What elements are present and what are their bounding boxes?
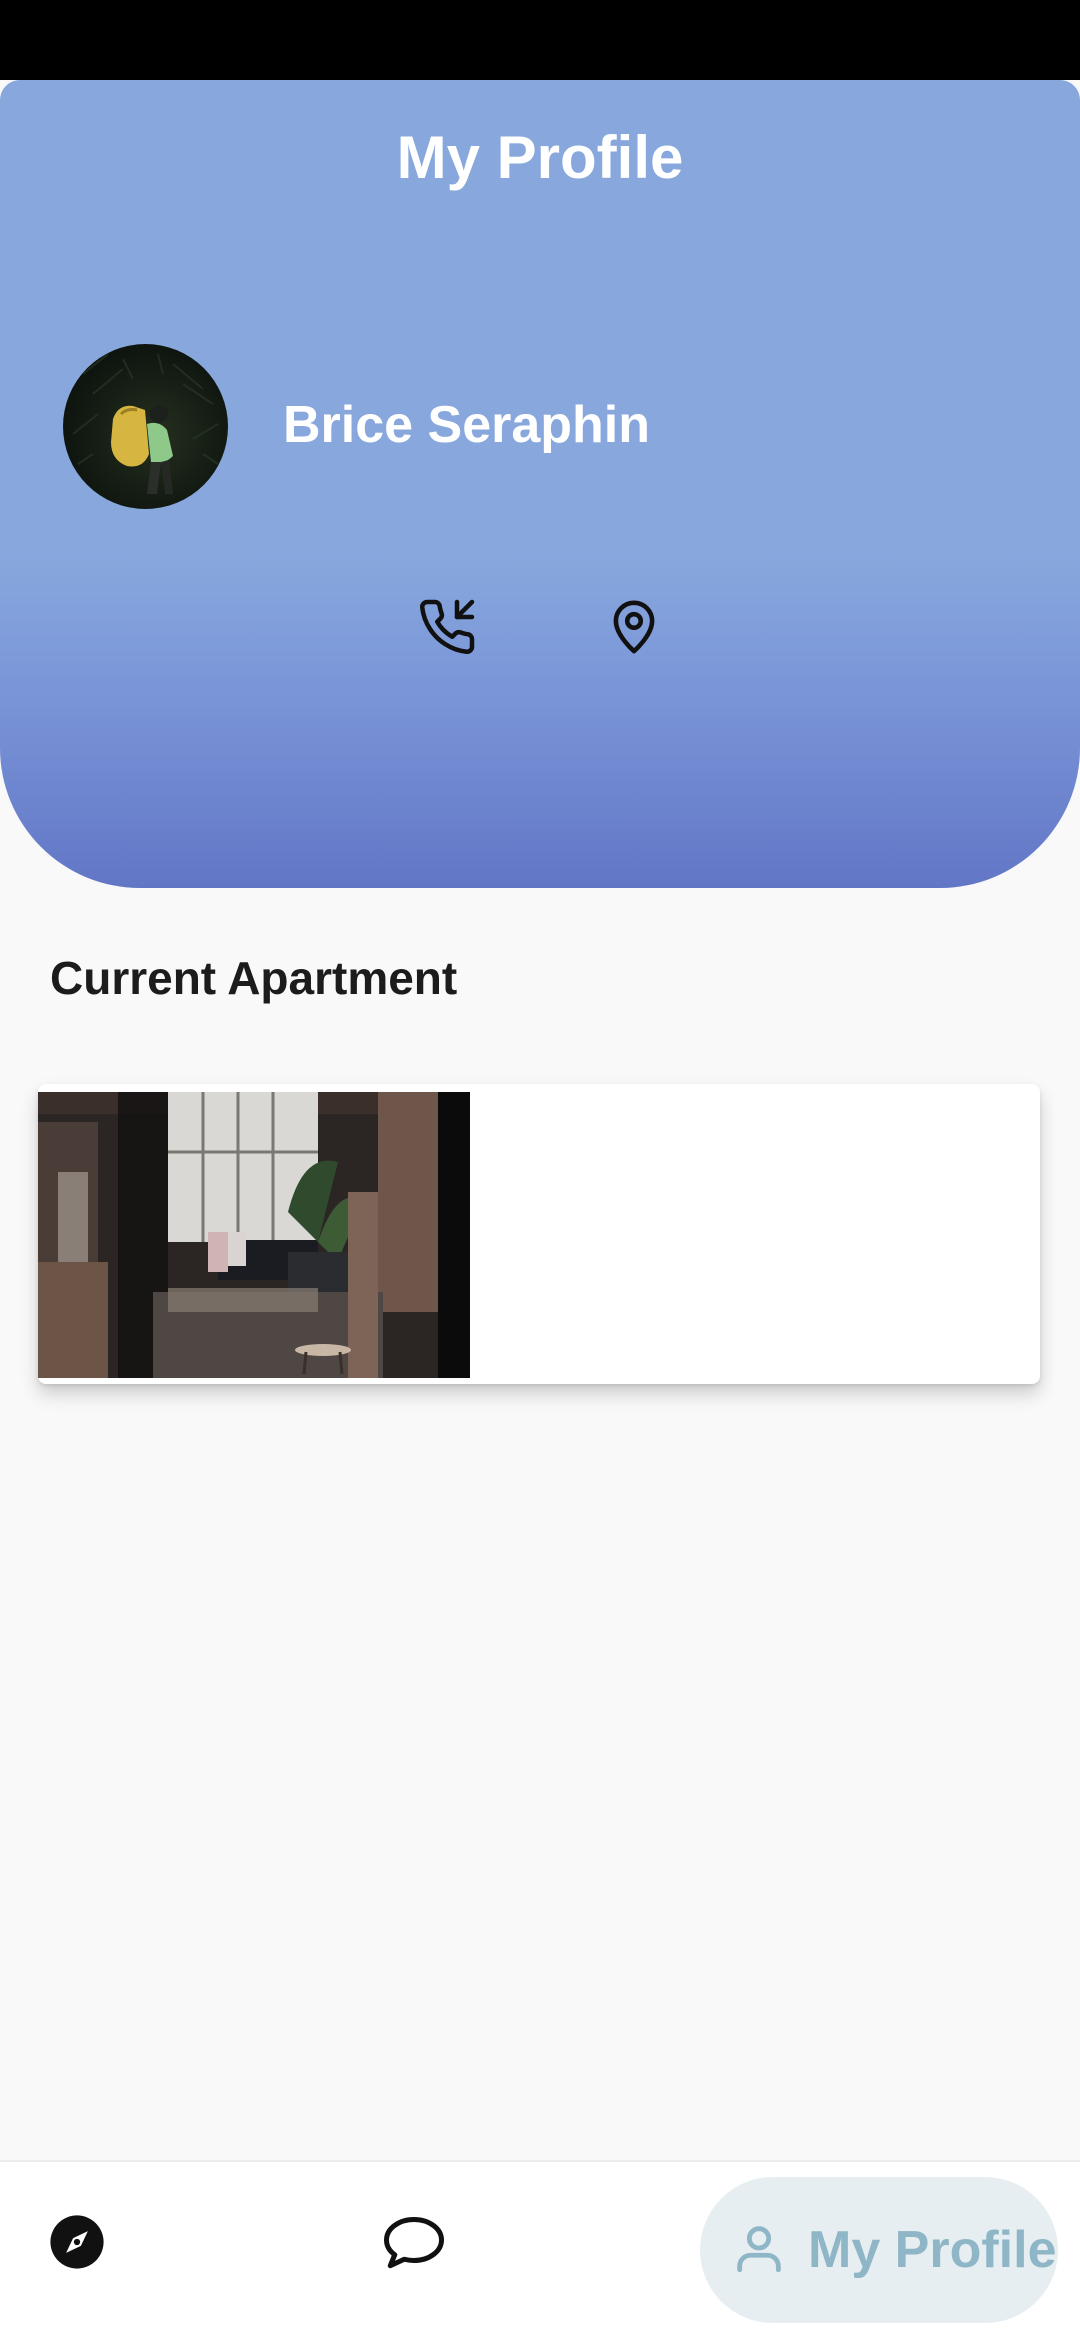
- phone-incoming-icon: [417, 597, 477, 662]
- map-pin-icon: [605, 598, 663, 661]
- location-button[interactable]: [594, 589, 674, 669]
- apartment-image: [38, 1092, 470, 1378]
- call-button[interactable]: [407, 589, 487, 669]
- current-apartment-title: Current Apartment: [50, 952, 458, 1004]
- avatar[interactable]: [63, 344, 228, 509]
- page-title: My Profile: [396, 124, 684, 191]
- user-name: Brice Seraphin: [283, 396, 651, 454]
- nav-explore-button[interactable]: [42, 2209, 112, 2279]
- chat-bubble-icon: [380, 2212, 448, 2277]
- compass-icon: [48, 2213, 106, 2276]
- nav-my-profile-label: My Profile: [808, 2221, 1057, 2279]
- status-bar: [0, 0, 1080, 80]
- apartment-card[interactable]: [38, 1084, 1040, 1384]
- nav-chat-button[interactable]: [376, 2209, 452, 2279]
- user-icon: [730, 2219, 788, 2282]
- nav-my-profile-button[interactable]: My Profile: [700, 2177, 1058, 2323]
